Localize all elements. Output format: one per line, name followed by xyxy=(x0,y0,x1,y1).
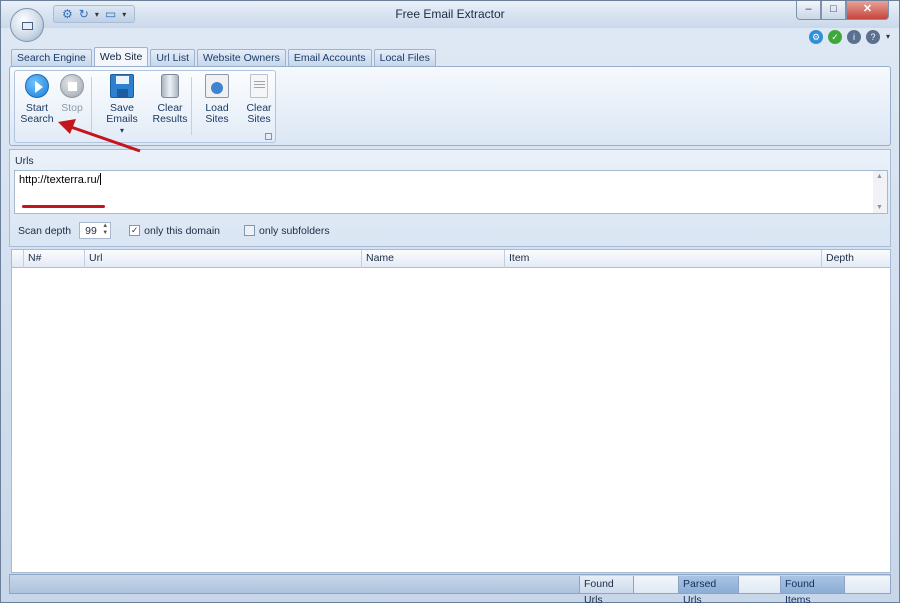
only-this-domain-checkbox[interactable]: ✓ only this domain xyxy=(129,225,220,237)
tab-website-owners[interactable]: Website Owners xyxy=(196,49,286,66)
maximize-button[interactable]: □ xyxy=(821,1,846,20)
urls-label: Urls xyxy=(15,155,34,167)
scan-depth-stepper[interactable]: 99 ▲ ▼ xyxy=(79,222,112,239)
stop-label: Stop xyxy=(61,102,83,114)
chevron-down-icon[interactable]: ▾ xyxy=(122,10,126,19)
stop-button[interactable]: Stop xyxy=(57,74,87,114)
clear-results-button[interactable]: Clear Results xyxy=(151,74,189,125)
clear-results-label-2: Results xyxy=(152,113,188,125)
save-icon xyxy=(110,74,134,98)
ribbon-separator xyxy=(191,77,192,135)
save-emails-label: Save Emails xyxy=(106,102,138,125)
chevron-down-icon[interactable]: ▾ xyxy=(885,30,891,44)
checkbox-checked-icon[interactable]: ✓ xyxy=(129,225,141,236)
load-sites-label: Load Sites xyxy=(205,102,229,125)
top-right-toolbar: ⚙ ✓ i ? ▾ xyxy=(809,30,891,44)
app-menu-icon xyxy=(22,22,33,30)
scan-depth-value[interactable]: 99 xyxy=(85,225,97,237)
refresh-icon[interactable]: ↻ xyxy=(79,7,89,21)
tab-email-accounts[interactable]: Email Accounts xyxy=(287,49,372,66)
dialog-launcher-icon[interactable] xyxy=(265,133,272,140)
start-search-label-2: Search xyxy=(20,113,54,125)
parsed-urls-value xyxy=(738,576,780,593)
ribbon-separator xyxy=(91,77,92,135)
column-header-url[interactable]: Url xyxy=(85,250,362,268)
scan-depth-label: Scan depth xyxy=(18,224,72,237)
clear-sites-label-2: Sites xyxy=(247,113,271,125)
check-icon[interactable]: ✓ xyxy=(828,30,842,44)
results-grid[interactable]: N# Url Name Item Depth xyxy=(11,249,891,573)
scan-options-row: Scan depth 99 ▲ ▼ ✓ only this domain only… xyxy=(18,222,330,239)
status-bar: Found Urls Parsed Urls Found Items xyxy=(9,574,891,603)
annotation-underline xyxy=(22,205,105,208)
application-menu-button[interactable] xyxy=(10,8,44,42)
chevron-down-icon[interactable]: ▾ xyxy=(95,10,99,19)
scroll-up-icon[interactable]: ▲ xyxy=(876,173,883,180)
quick-access-toolbar: ⚙ ↻ ▾ ▭ ▾ xyxy=(53,5,136,23)
help-icon[interactable]: ? xyxy=(866,30,880,44)
save-emails-button[interactable]: Save Emails ▾ xyxy=(95,74,149,136)
only-subfolders-label: only subfolders xyxy=(259,224,330,237)
url-entry[interactable]: http://texterra.ru/ xyxy=(19,173,101,186)
column-header-number[interactable]: N# xyxy=(24,250,85,268)
parsed-urls-label: Parsed Urls xyxy=(678,576,738,603)
load-sites-button[interactable]: Load Sites xyxy=(193,74,241,125)
found-urls-label: Found Urls xyxy=(579,576,633,603)
vertical-scrollbar[interactable]: ▲ ▼ xyxy=(873,171,887,213)
urls-panel: Urls http://texterra.ru/ ▲ ▼ Scan depth … xyxy=(9,149,891,247)
column-header-item[interactable]: Item xyxy=(505,250,822,268)
clear-sites-button[interactable]: Clear Sites xyxy=(243,74,275,125)
only-this-domain-label: only this domain xyxy=(144,224,221,237)
stepper-arrows-icon[interactable]: ▲ ▼ xyxy=(102,223,108,237)
scroll-down-icon[interactable]: ▼ xyxy=(876,204,883,211)
screen-icon[interactable]: ▭ xyxy=(105,7,116,21)
found-urls-value xyxy=(633,576,678,593)
settings-gear-icon[interactable]: ⚙ xyxy=(809,30,823,44)
minimize-button[interactable]: – xyxy=(796,1,821,20)
ribbon-tabs: Search Engine Web Site Url List Website … xyxy=(11,47,436,66)
app-window: Free Email Extractor ⚙ ↻ ▾ ▭ ▾ – □ ✕ ⚙ ✓… xyxy=(0,0,900,603)
only-subfolders-checkbox[interactable]: only subfolders xyxy=(244,225,330,237)
column-header-name[interactable]: Name xyxy=(362,250,505,268)
document-icon xyxy=(250,74,268,98)
ribbon-panel: Start Search Stop Save Emails ▾ Clear Re… xyxy=(9,66,891,146)
row-indicator-column xyxy=(12,250,24,268)
tab-web-site[interactable]: Web Site xyxy=(93,47,149,66)
clipboard-icon xyxy=(205,74,229,98)
stop-icon xyxy=(60,74,84,98)
window-title: Free Email Extractor xyxy=(395,7,505,21)
ribbon-group: Start Search Stop Save Emails ▾ Clear Re… xyxy=(14,70,276,143)
column-header-depth[interactable]: Depth xyxy=(822,250,890,268)
tab-local-files[interactable]: Local Files xyxy=(373,49,436,66)
window-controls: – □ ✕ xyxy=(796,1,889,20)
info-icon[interactable]: i xyxy=(847,30,861,44)
checkbox-unchecked-icon[interactable] xyxy=(244,225,256,236)
gear-icon[interactable]: ⚙ xyxy=(62,7,73,21)
urls-textarea[interactable]: http://texterra.ru/ ▲ ▼ xyxy=(14,170,888,214)
title-bar: Free Email Extractor ⚙ ↻ ▾ ▭ ▾ – □ ✕ xyxy=(1,1,899,28)
play-icon xyxy=(25,74,49,98)
start-search-button[interactable]: Start Search xyxy=(19,74,55,125)
chevron-down-icon: ▾ xyxy=(119,126,124,135)
grid-header: N# Url Name Item Depth xyxy=(12,250,890,268)
close-button[interactable]: ✕ xyxy=(846,1,889,20)
tab-url-list[interactable]: Url List xyxy=(150,49,195,66)
trash-icon xyxy=(161,74,179,98)
tab-search-engine[interactable]: Search Engine xyxy=(11,49,92,66)
found-items-value xyxy=(844,576,890,593)
found-items-label: Found Items xyxy=(780,576,844,603)
